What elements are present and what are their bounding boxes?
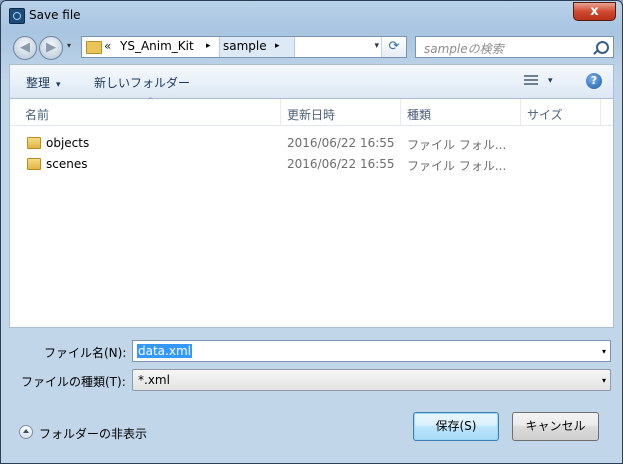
refresh-button[interactable]: ⟳: [381, 37, 406, 57]
chevron-down-icon: ▾: [56, 80, 61, 90]
toolbar: 整理 ▾ 新しいフォルダー ▾ ?: [9, 64, 614, 98]
filename-label: ファイル名(N):: [44, 346, 127, 360]
collapse-icon[interactable]: [19, 425, 33, 439]
window-title: Save file: [29, 8, 81, 22]
filetype-select[interactable]: *.xml ▾: [132, 369, 611, 391]
column-divider[interactable]: [280, 99, 281, 125]
chevron-down-icon: ▾: [601, 376, 606, 385]
save-button[interactable]: 保存(S): [413, 412, 499, 441]
search-input[interactable]: sampleの検索: [415, 36, 614, 58]
hide-folders-toggle[interactable]: フォルダーの非表示: [39, 425, 147, 442]
item-modified: 2016/06/22 16:55: [287, 136, 395, 150]
back-arrow-icon: ◀: [20, 40, 30, 55]
column-divider[interactable]: [520, 99, 521, 125]
column-header: ^ 名前 更新日時 種類 サイズ: [10, 96, 613, 126]
filename-field[interactable]: data.xml ▾: [132, 340, 611, 362]
breadcrumb-overflow-button[interactable]: «: [104, 39, 111, 53]
new-folder-button[interactable]: 新しいフォルダー: [94, 74, 190, 91]
filename-value: data.xml: [137, 344, 192, 358]
breadcrumb-ys-anim-kit[interactable]: YS_Anim_Kit: [120, 39, 194, 53]
item-modified: 2016/06/22 16:55: [287, 157, 395, 171]
cancel-button[interactable]: キャンセル: [512, 412, 599, 441]
folder-icon: [86, 41, 102, 54]
column-divider[interactable]: [600, 99, 601, 125]
column-name[interactable]: 名前: [25, 106, 49, 123]
help-icon[interactable]: ?: [586, 73, 602, 89]
title-bar: Save file x: [1, 1, 622, 31]
list-item[interactable]: scenes 2016/06/22 16:55 ファイル フォル...: [10, 155, 613, 175]
folder-icon: [27, 137, 41, 149]
item-name: objects: [46, 136, 90, 150]
folder-icon: [27, 158, 41, 170]
forward-arrow-icon: ▶: [46, 40, 56, 55]
breadcrumb-sample[interactable]: sample: [223, 39, 267, 53]
column-divider[interactable]: [400, 99, 401, 125]
list-item[interactable]: objects 2016/06/22 16:55 ファイル フォル...: [10, 134, 613, 154]
breadcrumb-arrow-icon[interactable]: ▸: [275, 41, 280, 51]
chevron-down-icon[interactable]: ▾: [602, 347, 606, 356]
item-name: scenes: [46, 157, 88, 171]
item-type: ファイル フォル...: [407, 138, 507, 152]
search-icon[interactable]: [596, 41, 609, 54]
navigation-bar: ◀ ▶ ▾ « YS_Anim_Kit ▸ sample ▸ ▾ ⟳ sampl…: [1, 31, 622, 63]
address-bar[interactable]: « YS_Anim_Kit ▸ sample ▸ ▾ ⟳: [81, 36, 407, 58]
column-modified[interactable]: 更新日時: [287, 106, 335, 123]
breadcrumb-arrow-icon[interactable]: ▸: [206, 41, 211, 51]
app-icon: [9, 8, 25, 24]
back-button[interactable]: ◀: [13, 36, 37, 60]
search-placeholder: sampleの検索: [424, 42, 504, 56]
close-button[interactable]: x: [573, 2, 616, 21]
address-history-dropdown[interactable]: ▾: [374, 41, 379, 51]
forward-button[interactable]: ▶: [39, 36, 63, 60]
view-options-icon[interactable]: [524, 75, 538, 87]
organize-label: 整理: [26, 76, 51, 90]
view-dropdown-button[interactable]: ▾: [548, 76, 553, 86]
item-type: ファイル フォル...: [407, 159, 507, 173]
sort-ascending-icon: ^: [147, 96, 154, 105]
organize-button[interactable]: 整理 ▾: [26, 74, 61, 91]
file-list[interactable]: ^ 名前 更新日時 種類 サイズ objects 2016/06/22 16:5…: [9, 96, 614, 328]
column-size[interactable]: サイズ: [527, 106, 563, 123]
filetype-label: ファイルの種類(T):: [21, 375, 126, 389]
filetype-value: *.xml: [138, 373, 170, 387]
column-type[interactable]: 種類: [407, 106, 431, 123]
refresh-icon: ⟳: [388, 39, 400, 54]
save-file-dialog: Save file x ◀ ▶ ▾ « YS_Anim_Kit ▸ sample…: [0, 0, 623, 464]
recent-locations-dropdown[interactable]: ▾: [67, 41, 71, 50]
